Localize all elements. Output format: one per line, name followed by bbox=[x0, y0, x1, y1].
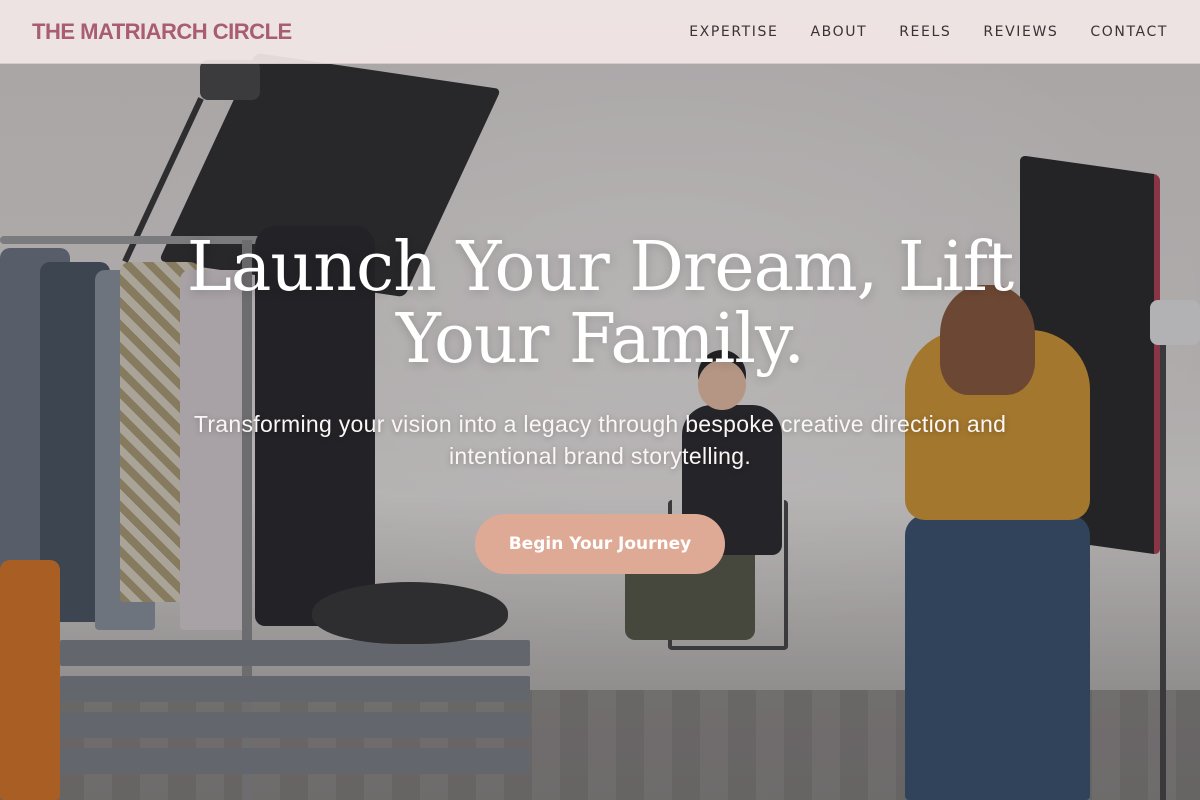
hero-subheadline: Transforming your vision into a legacy t… bbox=[193, 411, 1007, 469]
nav-link-reels[interactable]: REELS bbox=[899, 24, 951, 40]
nav-link-about[interactable]: ABOUT bbox=[810, 24, 867, 40]
nav-link-expertise[interactable]: EXPERTISE bbox=[689, 24, 778, 40]
hero-content: Launch Your Dream, Lift Your Family. Tra… bbox=[0, 232, 1200, 574]
nav-link-reviews[interactable]: REVIEWS bbox=[983, 24, 1058, 40]
navbar: THE MATRIARCH CIRCLE EXPERTISE ABOUT REE… bbox=[0, 0, 1200, 64]
hero-headline: Launch Your Dream, Lift Your Family. bbox=[186, 228, 1015, 379]
main-nav: EXPERTISE ABOUT REELS REVIEWS CONTACT bbox=[657, 24, 1168, 40]
begin-journey-button[interactable]: Begin Your Journey bbox=[475, 514, 725, 574]
brand-logo[interactable]: THE MATRIARCH CIRCLE bbox=[32, 19, 292, 45]
nav-link-contact[interactable]: CONTACT bbox=[1090, 24, 1168, 40]
